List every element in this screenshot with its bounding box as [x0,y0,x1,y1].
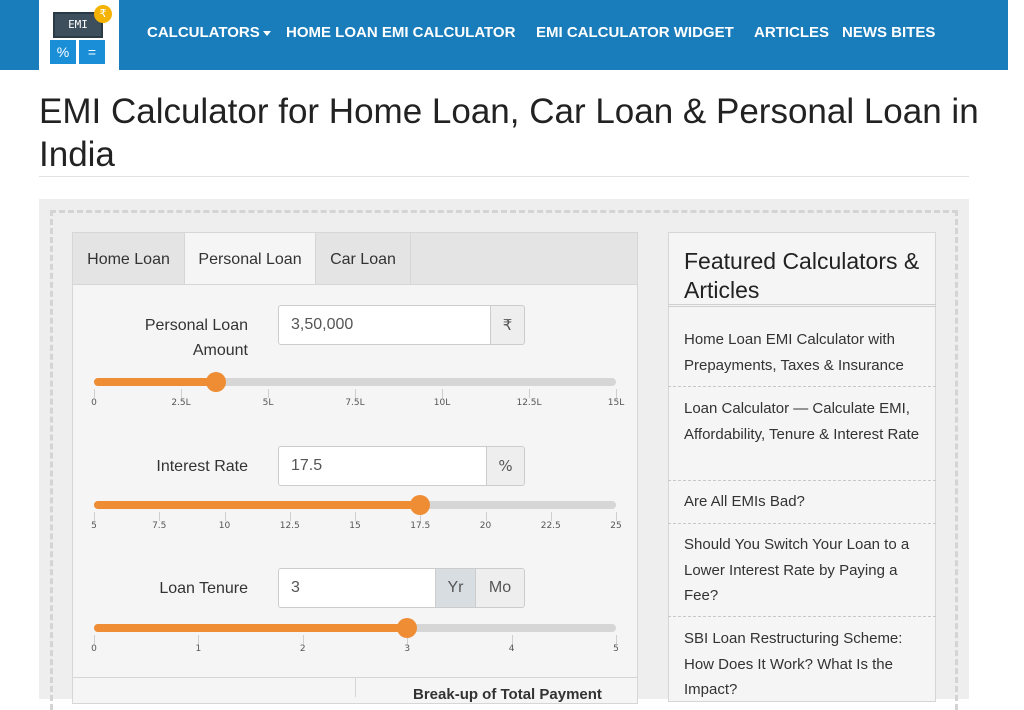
tenure-slider-tick [94,635,95,644]
tenure-year-toggle[interactable]: Yr [435,568,476,608]
caret-down-icon [262,30,271,36]
sidebar-link-loan-calculator[interactable]: Loan Calculator — Calculate EMI, Afforda… [684,396,924,447]
rate-slider-tick-label: 12.5 [279,521,300,531]
rate-slider-tick-label: 25 [610,521,622,531]
amount-slider-handle[interactable] [205,372,226,392]
sidebar-divider [668,523,936,524]
sidebar-title-divider [668,304,936,307]
rate-slider-tick [355,512,356,521]
rate-slider-tick [616,512,617,521]
loan-amount-input[interactable]: 3,50,000 [278,305,491,345]
tenure-month-toggle[interactable]: Mo [475,568,525,608]
amount-slider-tick [355,389,356,398]
amount-slider-tick [616,389,617,398]
tab-personal-loan[interactable]: Personal Loan [184,233,316,286]
tenure-slider-tick-label: 2 [299,644,306,654]
rate-slider-tick-label: 20 [479,521,492,531]
rate-slider-tick-label: 7.5 [152,521,167,531]
page-title: EMI Calculator for Home Loan, Car Loan &… [39,92,979,174]
tenure-slider-tick-label: 1 [195,644,202,654]
rate-slider-tick-label: 22.5 [540,521,561,531]
rupee-unit-addon: ₹ [490,305,525,345]
nav-articles[interactable]: ARTICLES [754,24,829,41]
amount-slider-tick [529,389,530,398]
tab-car-loan[interactable]: Car Loan [316,233,411,286]
rate-slider-tick [485,512,487,521]
amount-slider-fill [94,378,216,386]
amount-slider-tick-label: 12.5L [516,398,542,408]
tenure-slider-tick [616,635,617,644]
rate-slider-tick [224,512,226,521]
sidebar-link-switch-loan[interactable]: Should You Switch Your Loan to a Lower I… [684,532,924,609]
tenure-slider-fill [94,624,408,632]
logo-percent-key: % [50,40,76,64]
tab-home-loan[interactable]: Home Loan [73,233,184,286]
sidebar-divider [668,616,936,617]
tenure-slider-tick-label: 4 [508,644,515,654]
loan-type-tabs: Home Loan Personal Loan Car Loan [72,232,638,286]
loan-amount-label: Personal Loan Amount [144,317,248,359]
amount-slider-tick-label: 15L [607,398,625,408]
breakup-heading: Break-up of Total Payment [413,686,602,703]
sidebar-link-are-all-emis-bad[interactable]: Are All EMIs Bad? [684,489,924,515]
tenure-slider-tick [511,635,513,644]
tenure-slider-tick-label: 5 [613,644,619,654]
rate-slider-tick-label: 10 [218,521,231,531]
amount-slider-tick-label: 10L [433,398,451,408]
tenure-slider-tick [302,635,304,644]
loan-tenure-input[interactable]: 3 [278,568,436,608]
sidebar-divider [668,480,936,481]
amount-slider-tick [181,389,182,398]
tenure-slider-tick-label: 0 [91,644,97,654]
logo-equals-key: = [79,40,105,64]
amount-slider-tick-label: 2.5L [171,398,191,408]
amount-slider-tick-label: 0 [91,398,97,408]
nav-home-loan-emi-calculator[interactable]: HOME LOAN EMI CALCULATOR [286,24,515,41]
emi-result-cell [72,677,356,697]
rupee-coin-icon: ₹ [94,5,112,23]
rate-slider-fill [94,501,421,509]
title-divider [39,176,969,177]
rate-slider-tick-label: 15 [349,521,361,531]
amount-slider-tick-label: 7.5L [345,398,365,408]
amount-slider-tick [268,389,269,398]
amount-slider-tick [94,389,95,398]
percent-unit-addon: % [486,446,525,486]
nav-news-bites[interactable]: NEWS BITES [842,24,935,41]
sidebar-link-sbi-restructuring[interactable]: SBI Loan Restructuring Scheme: How Does … [684,626,924,703]
rate-slider-tick-label: 5 [91,521,97,531]
nav-calculators-label: CALCULATORS [147,24,260,41]
amount-slider-tick-label: 5L [262,398,274,408]
rate-slider-tick [289,512,291,521]
nav-calculators-dropdown[interactable]: CALCULATORS [147,24,271,41]
amount-slider-tick [442,389,443,398]
interest-rate-label: Interest Rate [156,458,248,475]
rate-slider-tick-label: 17.5 [410,521,431,531]
sidebar-title: Featured Calculators & Articles [684,248,920,303]
sidebar-link-home-loan-emi[interactable]: Home Loan EMI Calculator with Prepayment… [684,327,924,378]
nav-emi-calculator-widget[interactable]: EMI CALCULATOR WIDGET [536,24,734,41]
rate-slider-tick [94,512,95,521]
rate-slider-tick [159,512,161,521]
loan-tenure-label: Loan Tenure [159,580,248,597]
rate-slider-tick [550,512,552,521]
sidebar-divider [668,386,936,387]
interest-rate-input[interactable]: 17.5 [278,446,487,486]
tenure-slider-tick [198,635,200,644]
tenure-slider-tick-label: 3 [404,644,411,654]
